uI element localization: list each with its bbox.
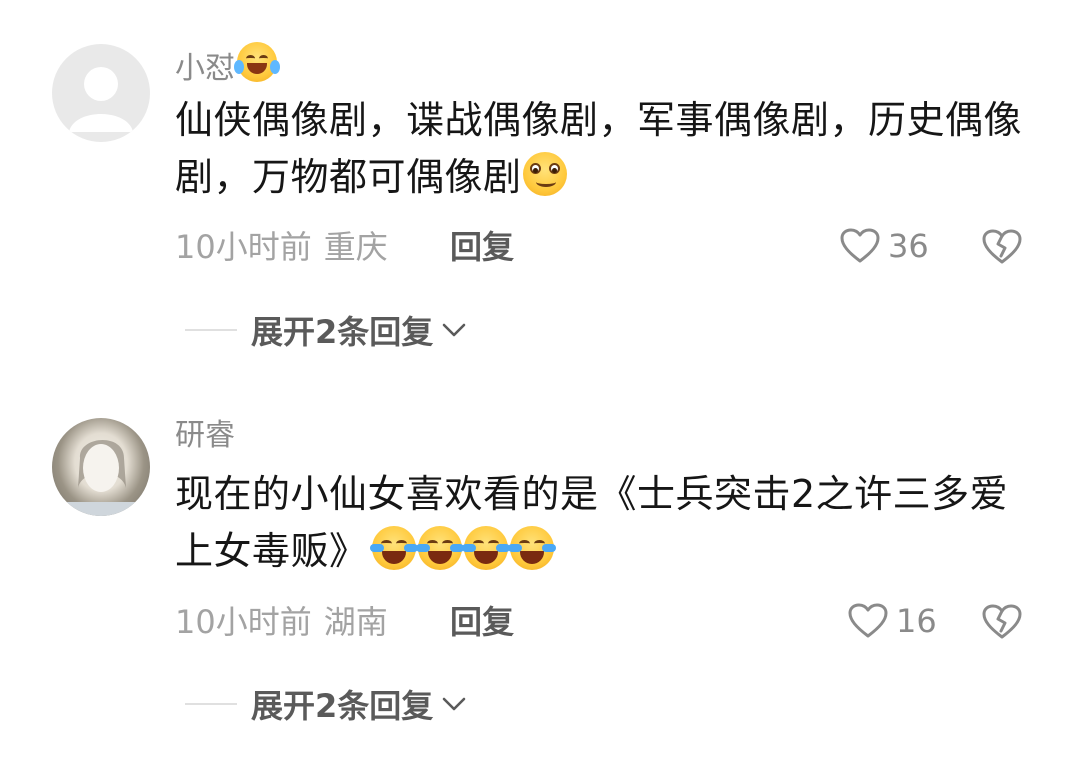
avatar[interactable] bbox=[52, 418, 150, 516]
timestamp: 10小时前 bbox=[175, 228, 312, 266]
divider-line bbox=[185, 329, 237, 331]
username[interactable]: 研睿 bbox=[175, 418, 235, 454]
divider-line bbox=[185, 703, 237, 705]
like-count: 36 bbox=[888, 227, 929, 265]
location: 重庆 bbox=[323, 228, 388, 266]
like-button[interactable]: 36 bbox=[838, 226, 929, 266]
username[interactable]: 小怼 bbox=[175, 42, 280, 87]
crying-laughing-emoji bbox=[507, 526, 556, 570]
dislike-button[interactable] bbox=[980, 602, 1024, 642]
chevron-down-icon bbox=[442, 697, 466, 711]
default-avatar-icon bbox=[69, 67, 133, 132]
heart-icon bbox=[840, 228, 880, 263]
expand-replies-button[interactable]: 展开2条回复 bbox=[185, 684, 467, 725]
comment-meta: 10小时前 重庆 bbox=[175, 227, 388, 267]
dislike-button[interactable] bbox=[980, 227, 1024, 267]
broken-heart-icon bbox=[982, 604, 1022, 639]
like-count: 16 bbox=[896, 602, 937, 640]
reply-button[interactable]: 回复 bbox=[450, 227, 514, 267]
broken-heart-icon bbox=[982, 229, 1022, 264]
crying-laughing-emoji bbox=[415, 526, 464, 570]
comment-text: 现在的小仙女喜欢看的是《士兵突击2之许三多爱上女毒贩》 bbox=[175, 472, 1009, 573]
timestamp: 10小时前 bbox=[175, 603, 312, 641]
comment-meta: 10小时前 湖南 bbox=[175, 602, 388, 642]
crying-laughing-emoji bbox=[461, 526, 510, 570]
comment-text: 仙侠偶像剧，谍战偶像剧，军事偶像剧，历史偶像剧，万物都可偶像剧 bbox=[175, 98, 1023, 199]
smirk-emoji bbox=[522, 152, 567, 196]
crying-laughing-emoji bbox=[369, 526, 418, 570]
chevron-down-icon bbox=[442, 323, 466, 337]
expand-replies-button[interactable]: 展开2条回复 bbox=[185, 310, 467, 351]
heart-icon bbox=[848, 603, 888, 638]
user-photo bbox=[52, 439, 150, 516]
reply-button[interactable]: 回复 bbox=[450, 602, 514, 642]
like-button[interactable]: 16 bbox=[846, 601, 937, 641]
avatar[interactable] bbox=[52, 44, 150, 142]
location: 湖南 bbox=[323, 603, 388, 641]
laughing-tears-emoji bbox=[234, 42, 280, 82]
